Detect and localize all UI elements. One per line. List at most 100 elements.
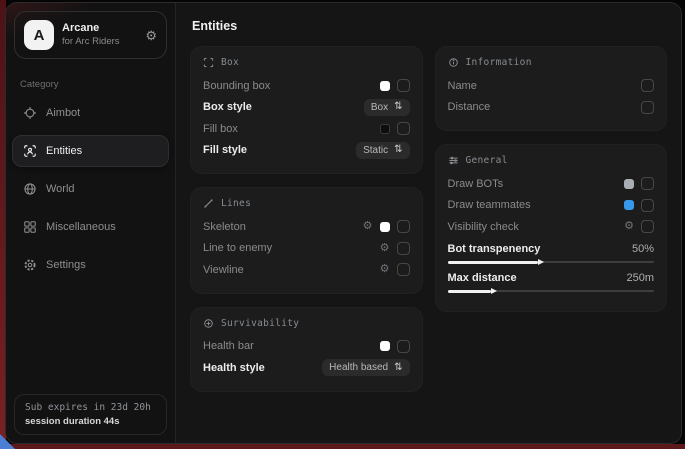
setting-row: Health style Health based ⇅ (203, 357, 410, 379)
lines-panel-header: Lines (203, 198, 410, 209)
checkbox[interactable] (397, 340, 410, 353)
checkbox[interactable] (397, 220, 410, 233)
color-swatch[interactable] (380, 81, 390, 91)
slider-label: Max distance (448, 272, 517, 284)
sidebar-item-settings[interactable]: Settings (12, 249, 169, 281)
checkbox[interactable] (397, 79, 410, 92)
health-cross-icon (203, 318, 214, 329)
setting-label: Health bar (203, 340, 254, 352)
globe-icon (23, 182, 37, 196)
health-style-dropdown[interactable]: Health based ⇅ (322, 359, 409, 376)
information-panel-header: Information (448, 57, 655, 68)
checkbox[interactable] (641, 101, 654, 114)
dropdown-value: Box (371, 102, 388, 113)
bot-transparency-slider[interactable] (448, 258, 655, 267)
setting-label: Health style (203, 362, 265, 374)
general-panel-header: General (448, 155, 655, 166)
color-swatch[interactable] (380, 124, 390, 134)
lines-panel: Lines Skeleton ⚙ Line to enemy ⚙ (190, 187, 423, 294)
slider-value: 250m (626, 272, 654, 284)
panel-title: Information (466, 57, 532, 68)
setting-row: Box style Box ⇅ (203, 97, 410, 119)
gear-icon[interactable]: ⚙ (624, 221, 634, 232)
gear-icon[interactable]: ⚙ (380, 243, 390, 254)
setting-label: Visibility check (448, 221, 519, 233)
checkbox[interactable] (641, 177, 654, 190)
sidebar-item-label: Aimbot (46, 107, 80, 119)
max-distance-slider[interactable] (448, 287, 655, 296)
setting-row: Health bar (203, 336, 410, 358)
info-icon (448, 57, 459, 68)
checkbox[interactable] (641, 199, 654, 212)
setting-label: Fill box (203, 123, 238, 135)
setting-label: Draw BOTs (448, 178, 504, 190)
setting-label: Draw teammates (448, 199, 531, 211)
fill-style-dropdown[interactable]: Static ⇅ (356, 142, 409, 159)
gear-icon (23, 258, 37, 272)
information-panel: Information Name Distance (435, 46, 668, 131)
setting-label: Bounding box (203, 80, 270, 92)
sidebar-item-label: Entities (46, 145, 82, 157)
scan-icon (23, 144, 37, 158)
setting-row: Distance (448, 97, 655, 119)
sidebar-item-aimbot[interactable]: Aimbot (12, 97, 169, 129)
sidebar-item-world[interactable]: World (12, 173, 169, 205)
setting-row: Draw BOTs (448, 173, 655, 195)
slider-knob[interactable] (538, 259, 544, 265)
setting-row: Skeleton ⚙ (203, 216, 410, 238)
left-column: Box Bounding box Box style Box ⇅ (190, 46, 423, 392)
line-icon (203, 198, 214, 209)
cheat-menu-window: A Arcane for Arc Riders ⚙ Category Aimbo… (5, 2, 682, 444)
right-column: Information Name Distance (435, 46, 668, 312)
sidebar-item-entities[interactable]: Entities (12, 135, 169, 167)
subscription-card: Sub expires in 23d 20h session duration … (14, 394, 167, 435)
gear-icon[interactable]: ⚙ (380, 264, 390, 275)
dropdown-value: Health based (329, 362, 388, 373)
gear-icon[interactable]: ⚙ (363, 221, 373, 232)
checkbox[interactable] (641, 220, 654, 233)
panel-title: General (466, 155, 508, 166)
slider-fill (448, 290, 491, 293)
sidebar-nav: Aimbot Entities World Mis (6, 94, 175, 284)
updown-arrows-icon: ⇅ (394, 145, 402, 155)
setting-label: Box style (203, 101, 252, 113)
slider-value: 50% (632, 243, 654, 255)
grid-icon (23, 220, 37, 234)
brand-name: Arcane (62, 22, 120, 36)
gear-icon[interactable]: ⚙ (145, 29, 157, 42)
slider-fill (448, 261, 539, 264)
color-swatch[interactable] (624, 179, 634, 189)
sidebar-item-miscellaneous[interactable]: Miscellaneous (12, 211, 169, 243)
color-swatch[interactable] (380, 222, 390, 232)
setting-row: Fill style Static ⇅ (203, 140, 410, 162)
survivability-panel: Survivability Health bar Health style He… (190, 307, 423, 392)
checkbox[interactable] (397, 122, 410, 135)
box-panel: Box Bounding box Box style Box ⇅ (190, 46, 423, 174)
bot-transparency-slider-group: Bot transpenency 50% (448, 243, 655, 267)
page-title: Entities (192, 19, 665, 33)
setting-row: Viewline ⚙ (203, 259, 410, 281)
general-panel: General Draw BOTs Draw teammates (435, 144, 668, 312)
max-distance-slider-group: Max distance 250m (448, 272, 655, 296)
checkbox[interactable] (397, 263, 410, 276)
setting-label: Fill style (203, 144, 247, 156)
setting-label: Distance (448, 101, 491, 113)
crosshair-icon (23, 106, 37, 120)
game-background-bottom-edge (0, 444, 685, 449)
box-corners-icon (203, 57, 214, 68)
brand-logo: A (24, 20, 54, 50)
dropdown-value: Static (363, 145, 388, 156)
checkbox[interactable] (397, 242, 410, 255)
color-swatch[interactable] (624, 200, 634, 210)
setting-label: Skeleton (203, 221, 246, 233)
setting-row: Line to enemy ⚙ (203, 238, 410, 260)
session-duration-text: session duration 44s (25, 416, 156, 427)
slider-knob[interactable] (491, 288, 497, 294)
box-style-dropdown[interactable]: Box ⇅ (364, 99, 410, 116)
brand-subtitle: for Arc Riders (62, 36, 120, 48)
checkbox[interactable] (641, 79, 654, 92)
main-content: Entities Box Bounding box (176, 3, 681, 443)
survivability-panel-header: Survivability (203, 318, 410, 329)
color-swatch[interactable] (380, 341, 390, 351)
slider-label: Bot transpenency (448, 243, 541, 255)
